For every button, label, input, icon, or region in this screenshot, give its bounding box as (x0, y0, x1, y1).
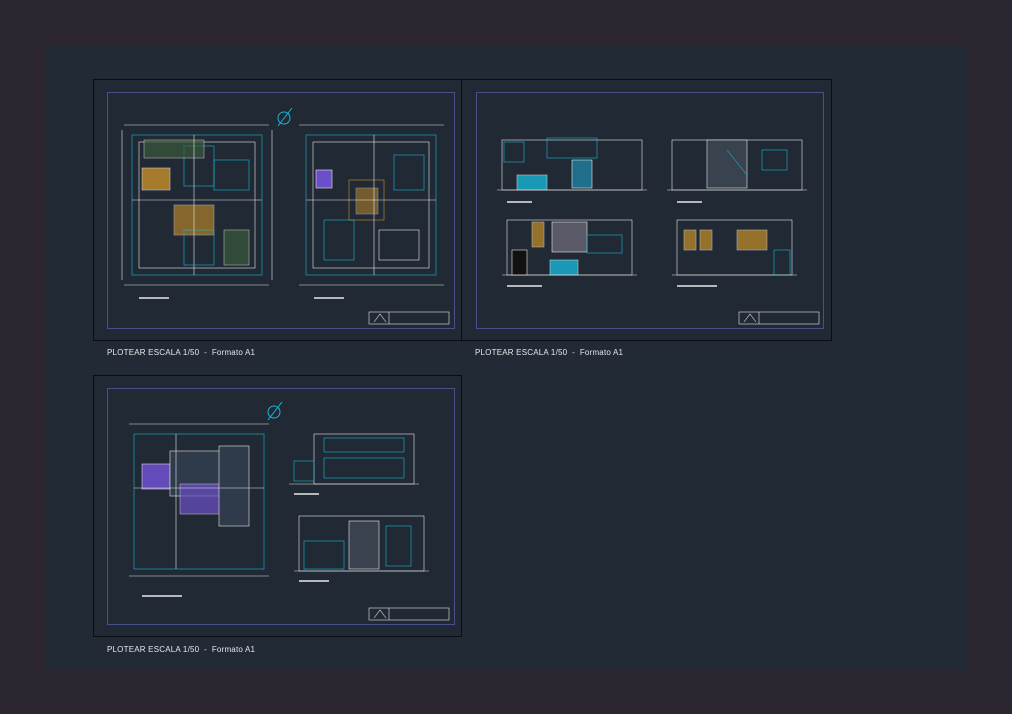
north-arrow-icon (267, 401, 283, 421)
sheet-1-caption: PLOTEAR ESCALA 1/50 - Formato A1 (107, 348, 256, 357)
upper-floor-plan (299, 124, 444, 286)
north-arrow-icon (277, 107, 293, 127)
roof-sections-drawing (129, 401, 450, 621)
sheet-roof-sections[interactable] (93, 375, 462, 637)
roof-plan (129, 423, 269, 597)
section-b (667, 139, 807, 203)
title-block (738, 311, 820, 325)
sheet-elevations[interactable] (461, 79, 832, 341)
rear-elevation (672, 219, 797, 287)
sheet-floor-plans[interactable] (93, 79, 462, 341)
section-c (289, 433, 419, 495)
floor-plans-drawing (121, 107, 450, 325)
title-block (368, 607, 450, 621)
sheet-3-caption: PLOTEAR ESCALA 1/50 - Formato A1 (107, 645, 256, 654)
section-d (294, 515, 429, 582)
title-block (368, 311, 450, 325)
section-a (497, 137, 647, 203)
front-elevation (502, 219, 637, 287)
ground-floor-plan (121, 124, 273, 286)
sheet-2-caption: PLOTEAR ESCALA 1/50 - Formato A1 (475, 348, 624, 357)
elevations-drawing (497, 137, 820, 325)
